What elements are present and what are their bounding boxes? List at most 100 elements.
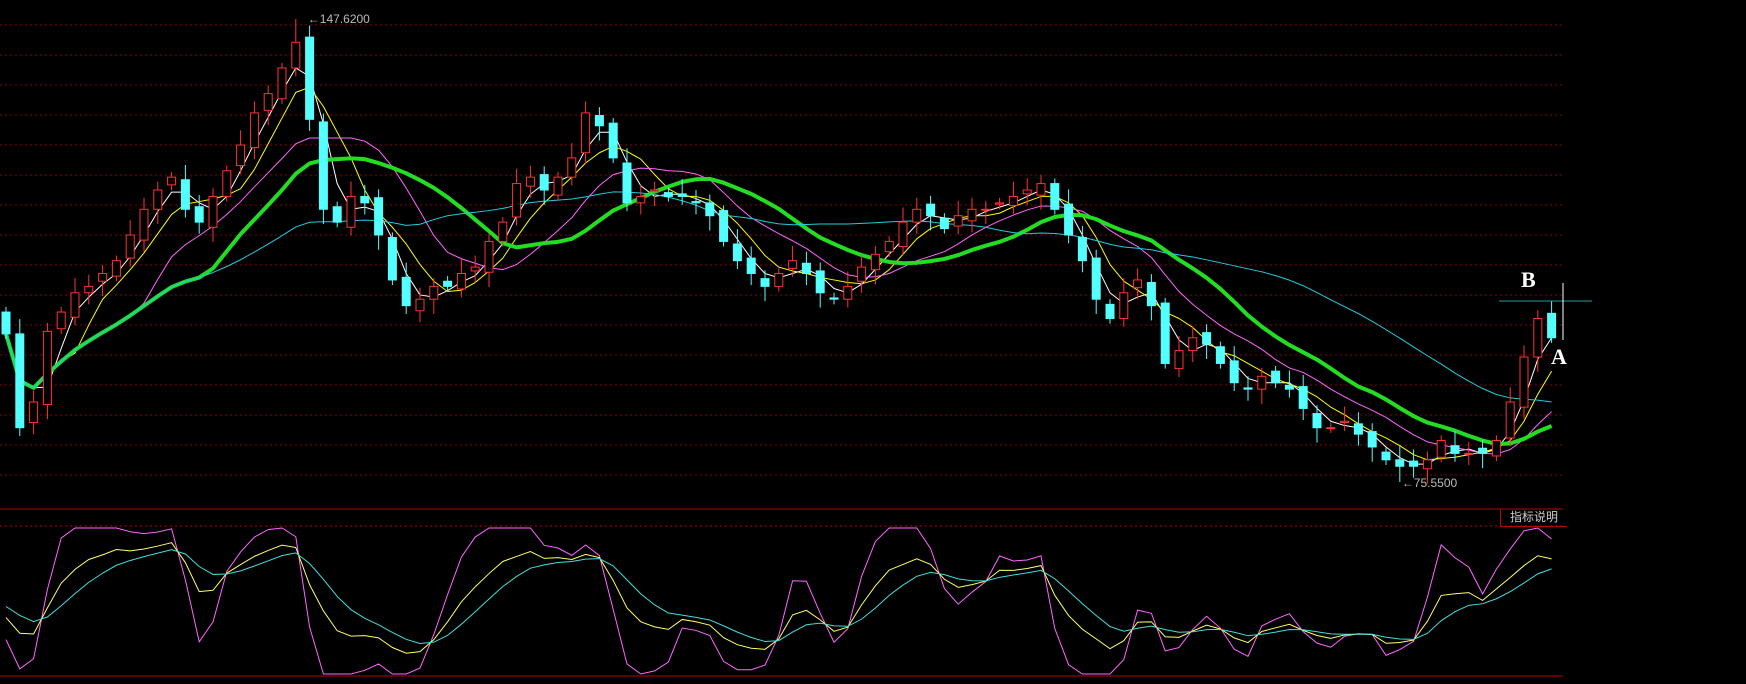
- price-chart: ←147.6200 ←75.5500: [0, 12, 1592, 677]
- candle-body: [1257, 375, 1267, 390]
- candle-body: [1547, 312, 1557, 339]
- candle-body: [677, 193, 687, 197]
- ma3-line: [5, 67, 1553, 465]
- candle-body: [139, 208, 149, 241]
- indicator-help-button[interactable]: 指标说明: [1500, 509, 1567, 527]
- candle-body: [939, 217, 949, 230]
- candle-body: [1105, 303, 1115, 319]
- high-price-label: ←147.6200: [308, 12, 370, 26]
- candle-body: [1050, 183, 1060, 210]
- candle-body: [967, 208, 977, 222]
- candle-body: [249, 112, 259, 149]
- candle-body: [1064, 203, 1074, 236]
- candle-body: [898, 221, 908, 248]
- candle-body: [995, 202, 1005, 205]
- candle-body: [1505, 401, 1515, 439]
- ma10-line: [5, 137, 1552, 455]
- candle-body: [650, 189, 660, 192]
- candle-body: [125, 234, 135, 259]
- candle-body: [843, 285, 853, 300]
- candle-body: [594, 114, 604, 127]
- candle-body: [705, 202, 715, 217]
- candle-body: [1478, 447, 1488, 454]
- candle-body: [401, 276, 411, 307]
- candle-body: [691, 201, 701, 204]
- candle-body: [870, 253, 880, 271]
- candle-body: [1091, 257, 1101, 300]
- candle-body: [429, 285, 439, 300]
- candle-body: [180, 179, 190, 210]
- candle-body: [484, 240, 494, 273]
- candle-body: [1008, 195, 1018, 206]
- candle-body: [1312, 413, 1322, 429]
- annotation-a: A: [1551, 344, 1567, 369]
- candle-body: [1174, 350, 1184, 370]
- candle-body: [1, 311, 11, 335]
- candle-body: [1119, 292, 1129, 319]
- candle-body: [1284, 384, 1294, 390]
- candle-body: [1353, 423, 1363, 435]
- kdj-j-line: [5, 527, 1552, 675]
- candle-body: [387, 237, 397, 281]
- ma30-line: [5, 191, 1552, 403]
- candle-body: [663, 192, 673, 197]
- candle-body: [1381, 451, 1391, 461]
- candle-body: [815, 270, 825, 294]
- candle-body: [884, 240, 894, 253]
- candle-body: [539, 174, 549, 191]
- candle-body: [277, 67, 287, 100]
- candle-body: [346, 195, 356, 228]
- candle-body: [1464, 452, 1474, 455]
- candle-body: [1243, 387, 1253, 390]
- low-price-label: ←75.5500: [1402, 476, 1458, 490]
- candle-body: [732, 243, 742, 262]
- candle-body: [1133, 279, 1143, 289]
- candle-body: [1271, 370, 1281, 384]
- candle-body: [42, 330, 52, 406]
- ma15-line: [4, 156, 1553, 446]
- candle-body: [29, 401, 39, 424]
- candle-body: [498, 221, 508, 242]
- candle-body: [1533, 317, 1543, 358]
- candle-body: [1298, 386, 1308, 409]
- candle-body: [456, 273, 466, 290]
- candle-body: [553, 176, 563, 196]
- candle-body: [332, 206, 342, 223]
- candle-body: [1022, 189, 1032, 195]
- candle-body: [719, 210, 729, 242]
- candle-body: [222, 170, 232, 197]
- kdj-k-line: [5, 542, 1552, 654]
- candle-body: [360, 195, 370, 204]
- candle-body: [1340, 420, 1350, 424]
- candle-body: [194, 206, 204, 223]
- candle-body: [912, 208, 922, 223]
- candle-body: [153, 189, 163, 210]
- candle-body: [318, 121, 328, 210]
- candle-body: [415, 298, 425, 312]
- candle-body: [305, 36, 315, 120]
- candle-body: [374, 197, 384, 236]
- candle-body: [1077, 237, 1087, 262]
- candle-body: [1188, 337, 1198, 352]
- candle-body: [760, 278, 770, 287]
- candle-body: [622, 162, 632, 204]
- candle-body: [291, 41, 301, 69]
- candle-body: [981, 208, 991, 211]
- candle-body: [1326, 427, 1336, 430]
- candle-body: [1450, 445, 1460, 454]
- candle-body: [208, 195, 218, 228]
- candle-body: [443, 280, 453, 287]
- candle-body: [70, 292, 80, 318]
- candle-body: [1215, 346, 1225, 364]
- candle-body: [746, 257, 756, 275]
- candle-body: [1036, 183, 1046, 196]
- candle-body: [608, 122, 618, 159]
- candle-body: [1491, 440, 1501, 457]
- candle-body: [1409, 460, 1419, 467]
- candle-body: [236, 144, 246, 167]
- candle-body: [84, 285, 94, 294]
- candle-body: [829, 297, 839, 300]
- candle-body: [525, 176, 535, 187]
- candle-body: [1519, 356, 1529, 408]
- candle-body: [636, 195, 646, 204]
